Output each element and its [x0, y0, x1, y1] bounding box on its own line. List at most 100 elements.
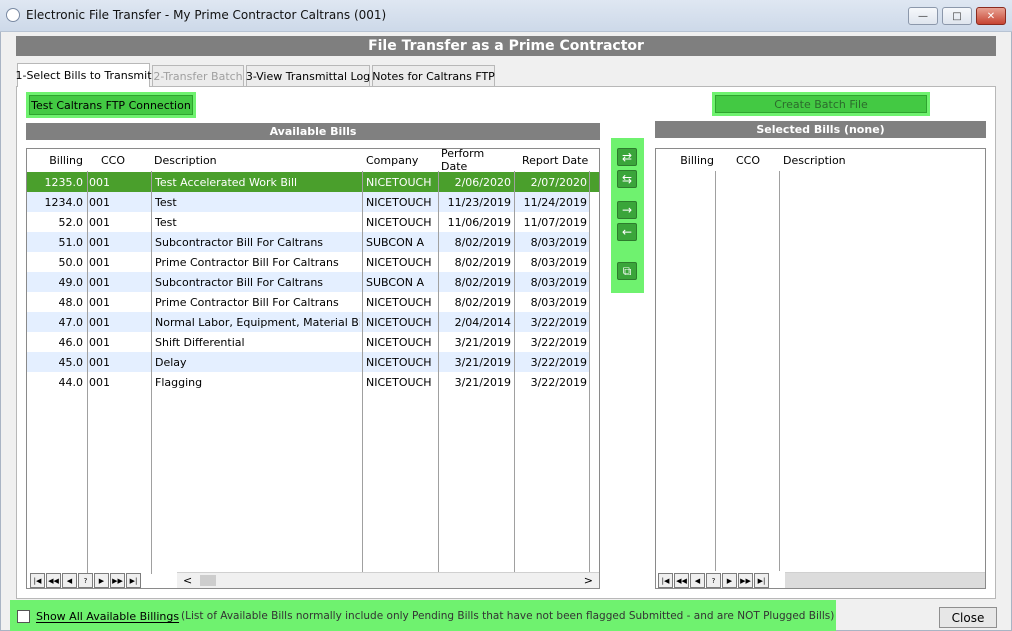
nav-help-button[interactable]: ? [78, 573, 93, 588]
col-cco[interactable]: CCO [93, 149, 133, 171]
sel-nav-prev-button[interactable]: ◀ [690, 573, 705, 588]
tab-notes-caltrans-ftp[interactable]: Notes for Caltrans FTP [372, 65, 495, 86]
scroll-thumb[interactable] [200, 575, 217, 586]
sel-nav-last-button[interactable]: ▶| [754, 573, 769, 588]
tab-transfer-batch[interactable]: 2-Transfer Batch [152, 65, 244, 86]
cell-company: NICETOUCH [366, 195, 432, 209]
cell-cco: 001 [89, 195, 110, 209]
cell-description: Test [155, 195, 177, 209]
nav-last-button[interactable]: ▶| [126, 573, 141, 588]
sel-nav-next-page-button[interactable]: ▶▶ [738, 573, 753, 588]
cell-company: SUBCON A [366, 235, 424, 249]
show-all-note: (List of Available Bills normally includ… [181, 610, 835, 622]
table-row[interactable]: 1234.0 001 Test NICETOUCH 11/23/2019 11/24/20… [27, 192, 589, 212]
minimize-icon: — [918, 10, 928, 22]
cell-company: NICETOUCH [366, 295, 432, 309]
cell-report-date: 2/07/2020 [530, 175, 587, 189]
cell-report-date: 8/03/2019 [530, 295, 587, 309]
cell-perform-date: 8/02/2019 [454, 295, 511, 309]
maximize-button[interactable]: □ [942, 7, 972, 25]
show-all-label[interactable]: Show All Available Billings [36, 610, 179, 623]
table-row[interactable]: 49.0 001 Subcontractor Bill For Caltrans SU… [27, 272, 589, 292]
table-row[interactable]: 48.0 001 Prime Contractor Bill For Caltran… [27, 292, 589, 312]
cell-company: NICETOUCH [366, 255, 432, 269]
selected-hscrollbar[interactable] [785, 572, 985, 588]
sel-col-description[interactable]: Description [783, 149, 883, 171]
cell-billing: 50.0 [58, 255, 84, 269]
table-row[interactable]: 51.0 001 Subcontractor Bill For Caltrans SU… [27, 232, 589, 252]
table-row[interactable]: 46.0 001 Shift Differential NICETOUCH 3/21/2… [27, 332, 589, 352]
table-row[interactable]: 50.0 001 Prime Contractor Bill For Caltran… [27, 252, 589, 272]
add-selected-icon[interactable]: → [617, 201, 637, 219]
close-button[interactable]: Close [939, 607, 997, 628]
table-row[interactable]: 45.0 001 Delay NICETOUCH 3/21/2019 3/22/2019 [27, 352, 589, 372]
cell-company: NICETOUCH [366, 355, 432, 369]
selected-navigator: |◀ ◀◀ ◀ ? ▶ ▶▶ ▶| [658, 573, 769, 588]
nav-prev-page-button[interactable]: ◀◀ [46, 573, 61, 588]
col-company[interactable]: Company [366, 149, 436, 171]
cell-billing: 49.0 [58, 275, 84, 289]
nav-next-button[interactable]: ▶ [94, 573, 109, 588]
table-row[interactable]: 47.0 001 Normal Labor, Equipment, Material… [27, 312, 589, 332]
cell-company: NICETOUCH [366, 375, 432, 389]
nav-prev-button[interactable]: ◀ [62, 573, 77, 588]
tab-view-transmittal-log[interactable]: 3-View Transmittal Log [246, 65, 370, 86]
cell-perform-date: 11/06/2019 [447, 215, 511, 229]
swap-all-icon[interactable]: ⇆ [617, 170, 637, 188]
cell-report-date: 11/07/2019 [523, 215, 587, 229]
cell-company: SUBCON A [366, 275, 424, 289]
sel-nav-next-button[interactable]: ▶ [722, 573, 737, 588]
sel-col-billing[interactable]: Billing [662, 149, 714, 171]
table-row[interactable]: 52.0 001 Test NICETOUCH 11/06/2019 11/07/2019 [27, 212, 589, 232]
swap-icon[interactable]: ⇄ [617, 148, 637, 166]
test-ftp-button[interactable]: Test Caltrans FTP Connection [29, 95, 193, 115]
table-row[interactable]: 44.0 001 Flagging NICETOUCH 3/21/2019 3/22/20… [27, 372, 589, 392]
remove-selected-icon[interactable]: ← [617, 223, 637, 241]
minimize-button[interactable]: — [908, 7, 938, 25]
cell-cco: 001 [89, 375, 110, 389]
cell-cco: 001 [89, 315, 110, 329]
show-all-checkbox[interactable] [17, 610, 30, 623]
cell-description: Delay [155, 355, 187, 369]
col-description[interactable]: Description [154, 149, 354, 171]
cell-report-date: 11/24/2019 [523, 195, 587, 209]
available-hscrollbar[interactable]: < > [177, 572, 599, 588]
nav-first-button[interactable]: |◀ [30, 573, 45, 588]
col-perform-date[interactable]: Perform Date [441, 149, 511, 173]
cell-description: Test Accelerated Work Bill [155, 175, 298, 189]
cell-description: Prime Contractor Bill For Caltrans [155, 295, 339, 309]
cell-perform-date: 8/02/2019 [454, 235, 511, 249]
cell-billing: 1235.0 [44, 175, 84, 189]
window-close-button[interactable]: ✕ [976, 7, 1006, 25]
cell-description: Normal Labor, Equipment, Material Bill [155, 315, 360, 329]
selected-bills-grid: Billing CCO Description |◀ ◀◀ ◀ ? ▶ ▶▶ ▶… [655, 148, 986, 589]
scroll-left-arrow[interactable]: < [183, 574, 192, 587]
scroll-right-arrow[interactable]: > [584, 574, 593, 587]
transfer-controls: ⇄ ⇆ → ← ⧉ [611, 138, 644, 293]
cell-company: NICETOUCH [366, 215, 432, 229]
col-billing[interactable]: Billing [31, 149, 83, 171]
sel-nav-prev-page-button[interactable]: ◀◀ [674, 573, 689, 588]
cell-description: Flagging [155, 375, 203, 389]
cell-perform-date: 3/21/2019 [454, 355, 511, 369]
cell-company: NICETOUCH [366, 315, 432, 329]
tab-select-bills[interactable]: 1-Select Bills to Transmit [15, 63, 152, 87]
cell-billing: 1234.0 [44, 195, 84, 209]
sel-nav-first-button[interactable]: |◀ [658, 573, 673, 588]
sel-col-cco[interactable]: CCO [728, 149, 768, 171]
col-report-date[interactable]: Report Date [522, 149, 592, 171]
cell-billing: 47.0 [58, 315, 84, 329]
cell-billing: 48.0 [58, 295, 84, 309]
close-icon: ✕ [986, 10, 996, 22]
cell-report-date: 3/22/2019 [530, 375, 587, 389]
cell-report-date: 3/22/2019 [530, 335, 587, 349]
available-bills-grid: Billing CCO Description Company Perform … [26, 148, 600, 589]
cell-perform-date: 3/21/2019 [454, 375, 511, 389]
nav-next-page-button[interactable]: ▶▶ [110, 573, 125, 588]
cell-report-date: 8/03/2019 [530, 275, 587, 289]
copy-icon[interactable]: ⧉ [617, 262, 637, 280]
cell-billing: 46.0 [58, 335, 84, 349]
cell-perform-date: 8/02/2019 [454, 275, 511, 289]
sel-nav-help-button[interactable]: ? [706, 573, 721, 588]
create-batch-button[interactable]: Create Batch File [715, 95, 927, 113]
